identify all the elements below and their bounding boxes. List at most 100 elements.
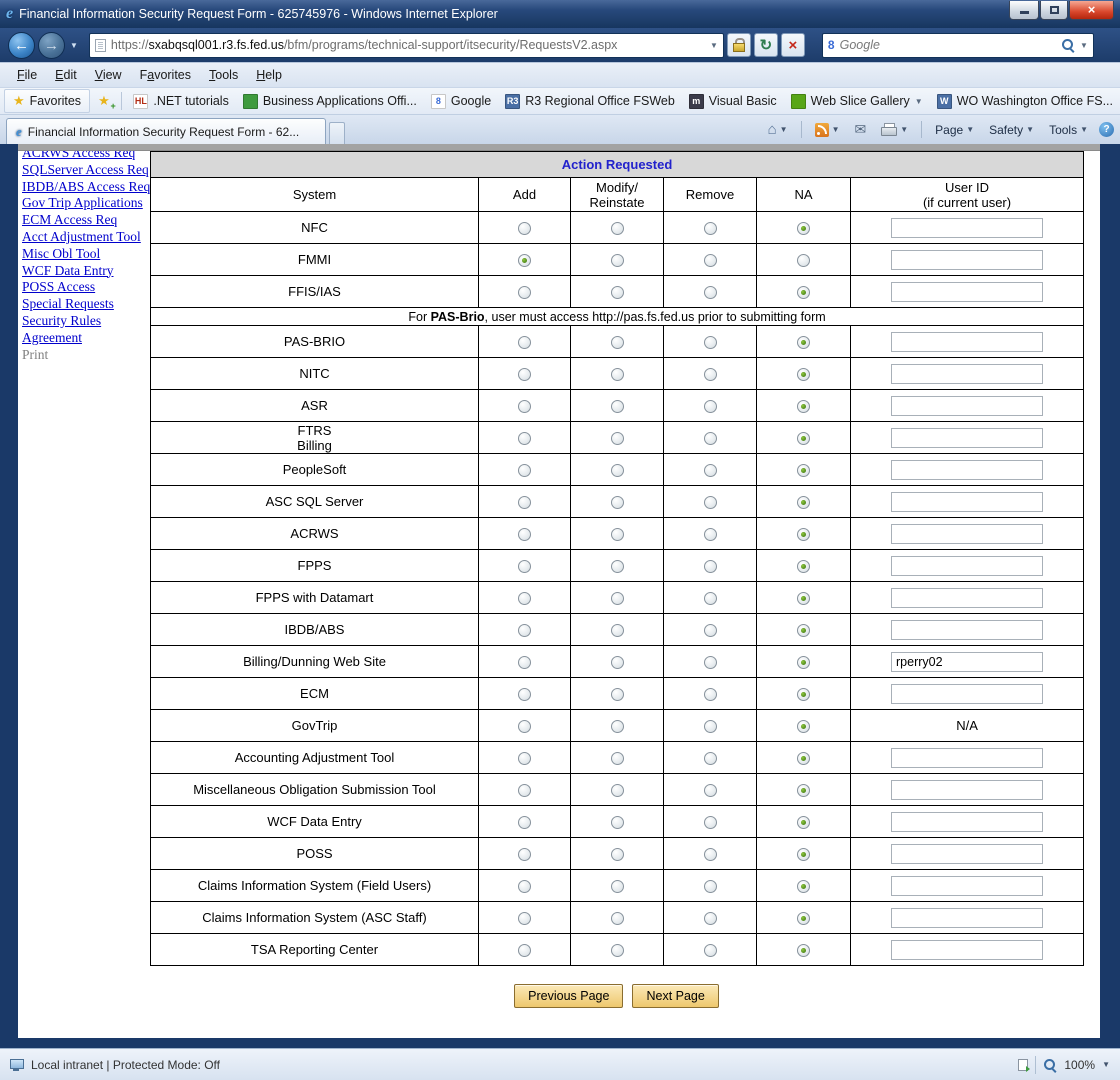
radio-na[interactable] — [797, 464, 810, 477]
minimize-button[interactable] — [1009, 1, 1039, 20]
search-input[interactable]: 8 Google ▼ — [822, 33, 1094, 58]
sidebar-link[interactable]: POSS Access — [22, 279, 95, 294]
user-id-input[interactable] — [891, 364, 1043, 384]
user-id-input[interactable] — [891, 780, 1043, 800]
radio-remove[interactable] — [704, 222, 717, 235]
menu-favorites[interactable]: Favorites — [131, 65, 200, 85]
radio-remove[interactable] — [704, 528, 717, 541]
stop-button[interactable]: × — [781, 33, 805, 57]
radio-na[interactable] — [797, 336, 810, 349]
maximize-button[interactable] — [1040, 1, 1068, 20]
radio-modify[interactable] — [611, 816, 624, 829]
radio-na[interactable] — [797, 720, 810, 733]
radio-na[interactable] — [797, 592, 810, 605]
tab-financial-form[interactable]: e Financial Information Security Request… — [6, 118, 326, 144]
user-id-input[interactable] — [891, 556, 1043, 576]
radio-remove[interactable] — [704, 688, 717, 701]
radio-add[interactable] — [518, 944, 531, 957]
user-id-input[interactable] — [891, 844, 1043, 864]
user-id-input[interactable] — [891, 250, 1043, 270]
user-id-input[interactable] — [891, 492, 1043, 512]
menu-edit[interactable]: Edit — [46, 65, 86, 85]
page-status-icon[interactable] — [1018, 1059, 1028, 1071]
radio-add[interactable] — [518, 432, 531, 445]
user-id-input[interactable] — [891, 652, 1043, 672]
user-id-input[interactable] — [891, 282, 1043, 302]
add-favorite-button[interactable]: ★ + — [92, 91, 116, 111]
radio-na[interactable] — [797, 432, 810, 445]
radio-add[interactable] — [518, 336, 531, 349]
radio-na[interactable] — [797, 496, 810, 509]
radio-remove[interactable] — [704, 880, 717, 893]
radio-add[interactable] — [518, 496, 531, 509]
radio-remove[interactable] — [704, 464, 717, 477]
radio-na[interactable] — [797, 784, 810, 797]
radio-na[interactable] — [797, 912, 810, 925]
radio-add[interactable] — [518, 254, 531, 267]
favorites-bar-item[interactable]: 8Google — [424, 91, 498, 112]
radio-add[interactable] — [518, 592, 531, 605]
user-id-input[interactable] — [891, 332, 1043, 352]
sidebar-link[interactable]: Misc Obl Tool — [22, 246, 100, 261]
user-id-input[interactable] — [891, 588, 1043, 608]
user-id-input[interactable] — [891, 428, 1043, 448]
radio-remove[interactable] — [704, 336, 717, 349]
radio-remove[interactable] — [704, 592, 717, 605]
sidebar-link[interactable]: SQLServer Access Req — [22, 162, 149, 177]
sidebar-link[interactable]: ECM Access Req — [22, 212, 117, 227]
radio-remove[interactable] — [704, 496, 717, 509]
user-id-input[interactable] — [891, 396, 1043, 416]
radio-modify[interactable] — [611, 624, 624, 637]
user-id-input[interactable] — [891, 620, 1043, 640]
radio-remove[interactable] — [704, 560, 717, 573]
radio-remove[interactable] — [704, 816, 717, 829]
radio-remove[interactable] — [704, 752, 717, 765]
user-id-input[interactable] — [891, 684, 1043, 704]
radio-modify[interactable] — [611, 784, 624, 797]
radio-add[interactable] — [518, 912, 531, 925]
radio-add[interactable] — [518, 720, 531, 733]
radio-modify[interactable] — [611, 336, 624, 349]
radio-add[interactable] — [518, 752, 531, 765]
radio-na[interactable] — [797, 752, 810, 765]
radio-modify[interactable] — [611, 432, 624, 445]
radio-na[interactable] — [797, 222, 810, 235]
radio-modify[interactable] — [611, 496, 624, 509]
feeds-button[interactable]: ▼ — [811, 121, 844, 139]
refresh-button[interactable]: ↻ — [754, 33, 778, 57]
home-button[interactable]: ⌂ ▼ — [764, 119, 792, 140]
radio-remove[interactable] — [704, 368, 717, 381]
radio-modify[interactable] — [611, 944, 624, 957]
radio-remove[interactable] — [704, 286, 717, 299]
radio-remove[interactable] — [704, 784, 717, 797]
radio-add[interactable] — [518, 656, 531, 669]
radio-remove[interactable] — [704, 432, 717, 445]
search-icon[interactable] — [1061, 38, 1075, 52]
user-id-input[interactable] — [891, 524, 1043, 544]
user-id-input[interactable] — [891, 940, 1043, 960]
address-dropdown-icon[interactable]: ▼ — [710, 41, 718, 50]
radio-na[interactable] — [797, 624, 810, 637]
radio-modify[interactable] — [611, 222, 624, 235]
sidebar-link[interactable]: Special Requests — [22, 296, 114, 311]
radio-add[interactable] — [518, 528, 531, 541]
user-id-input[interactable] — [891, 908, 1043, 928]
search-dropdown-icon[interactable]: ▼ — [1080, 41, 1088, 50]
safety-menu-button[interactable]: Safety ▼ — [985, 121, 1038, 139]
radio-na[interactable] — [797, 528, 810, 541]
radio-modify[interactable] — [611, 688, 624, 701]
radio-add[interactable] — [518, 286, 531, 299]
radio-remove[interactable] — [704, 656, 717, 669]
radio-modify[interactable] — [611, 912, 624, 925]
radio-add[interactable] — [518, 848, 531, 861]
radio-modify[interactable] — [611, 286, 624, 299]
previous-page-button[interactable]: Previous Page — [514, 984, 623, 1008]
radio-add[interactable] — [518, 624, 531, 637]
sidebar-link[interactable]: Agreement — [22, 330, 82, 345]
radio-modify[interactable] — [611, 464, 624, 477]
radio-add[interactable] — [518, 688, 531, 701]
radio-modify[interactable] — [611, 656, 624, 669]
radio-na[interactable] — [797, 656, 810, 669]
page-menu-button[interactable]: Page ▼ — [931, 121, 978, 139]
back-button[interactable]: ← — [8, 32, 35, 59]
